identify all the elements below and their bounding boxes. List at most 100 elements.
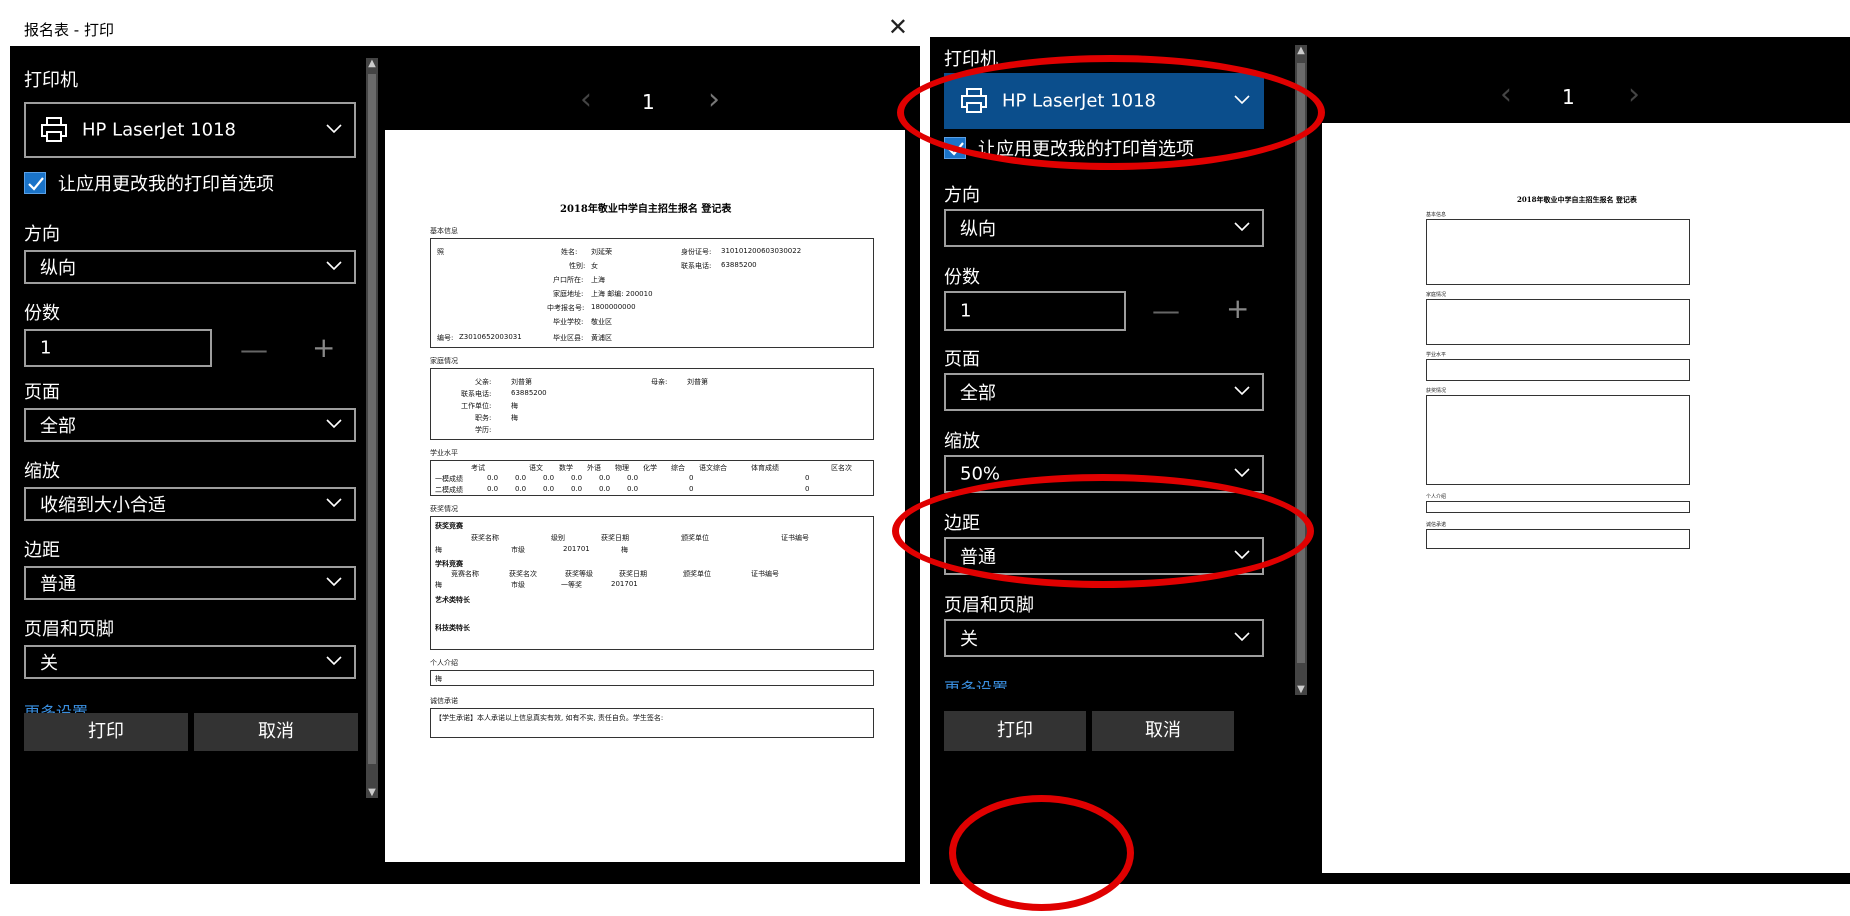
settings-scrollbar[interactable]: ▲ ▼ xyxy=(366,58,378,798)
margins-label: 边距 xyxy=(24,540,60,561)
award-header: 级别 xyxy=(551,534,565,542)
section-family: 家庭情况 xyxy=(430,357,458,365)
score-cell: 0.0 xyxy=(487,485,499,493)
document-title: 2018年敬业中学自主招生报名 登记表 xyxy=(560,204,732,215)
family-work-value: 梅 xyxy=(511,402,518,410)
scale-select[interactable]: 收缩到大小合适 xyxy=(24,487,356,521)
cancel-button[interactable]: 取消 xyxy=(194,713,358,751)
awards-sub: 获奖竞赛 xyxy=(435,522,463,530)
print-button[interactable]: 打印 xyxy=(944,711,1086,751)
scroll-up-icon[interactable]: ▲ xyxy=(1295,45,1307,56)
score-header: 语文综合 xyxy=(699,464,727,472)
page-navigator: ‹ 1 › xyxy=(1490,77,1650,115)
section-basic: 基本信息 xyxy=(430,227,458,235)
intro-box: 梅 xyxy=(430,670,874,686)
score-row-label: 二模成绩 xyxy=(435,486,463,494)
photo-label: 照 xyxy=(437,248,444,256)
orientation-select[interactable]: 纵向 xyxy=(24,250,356,284)
award-header: 证书编号 xyxy=(751,570,779,578)
award-header: 颁奖单位 xyxy=(683,570,711,578)
printer-select[interactable]: HP LaserJet 1018 xyxy=(24,102,356,158)
section-intro: 个人介绍 xyxy=(430,659,458,667)
copies-value: 1 xyxy=(960,300,972,322)
decrement-button[interactable]: — xyxy=(1152,297,1180,325)
mother-label: 母亲: xyxy=(651,378,668,386)
section-scores: 学业水平 xyxy=(430,449,458,457)
award-cell: 201701 xyxy=(563,545,590,553)
settings-scrollbar[interactable]: ▲ ▼ xyxy=(1295,45,1307,695)
scroll-thumb[interactable] xyxy=(368,74,376,764)
orientation-value: 纵向 xyxy=(960,219,996,240)
award-header: 颁奖单位 xyxy=(681,534,709,542)
more-settings-link[interactable]: 更多设置 xyxy=(24,699,88,713)
next-page-icon[interactable]: › xyxy=(1628,77,1640,112)
score-cell: 0.0 xyxy=(571,485,583,493)
scores-table xyxy=(1426,359,1690,381)
copies-label: 份数 xyxy=(24,303,60,324)
award-cell: 梅 xyxy=(435,546,442,554)
award-header: 获奖等级 xyxy=(565,570,593,578)
copies-input[interactable]: 1 xyxy=(944,291,1126,331)
hukou-value: 上海 xyxy=(591,276,605,284)
award-cell: 市级 xyxy=(511,581,525,589)
header-footer-select[interactable]: 关 xyxy=(944,619,1264,657)
increment-button[interactable]: + xyxy=(1226,295,1249,323)
header-footer-select[interactable]: 关 xyxy=(24,645,356,679)
margins-select[interactable]: 普通 xyxy=(24,566,356,600)
score-cell: 0.0 xyxy=(571,474,583,482)
scroll-down-icon[interactable]: ▼ xyxy=(366,787,378,798)
score-cell: 0.0 xyxy=(487,474,499,482)
previous-page-icon[interactable]: ‹ xyxy=(580,82,592,117)
allow-prefs-checkbox[interactable]: 让应用更改我的打印首选项 xyxy=(24,170,354,196)
annotation-circle-printer xyxy=(897,55,1325,170)
orientation-label: 方向 xyxy=(944,185,980,206)
family-phone-label: 联系电话: xyxy=(461,390,492,398)
chevron-down-icon xyxy=(324,255,344,275)
pages-select[interactable]: 全部 xyxy=(944,373,1264,411)
score-cell: 0.0 xyxy=(543,474,555,482)
scores-table: 考试 语文 数学 外语 物理 化学 综合 语文综合 体育成绩 区名次 一模成绩 … xyxy=(430,460,874,496)
awards-sub: 学科竞赛 xyxy=(435,560,463,568)
gender-value: 女 xyxy=(591,262,598,270)
page-number: 1 xyxy=(1562,85,1575,109)
document-title: 2018年敬业中学自主招生报名 登记表 xyxy=(1517,195,1637,204)
chevron-down-icon xyxy=(324,571,344,591)
more-settings-link[interactable]: 更多设置 xyxy=(944,675,1008,689)
orientation-select[interactable]: 纵向 xyxy=(944,209,1264,247)
score-cell: 0 xyxy=(689,485,694,493)
scale-label: 缩放 xyxy=(24,461,60,482)
pages-label: 页面 xyxy=(24,382,60,403)
previous-page-icon[interactable]: ‹ xyxy=(1500,77,1512,112)
decrement-button[interactable]: — xyxy=(240,336,268,364)
window-title: 报名表 - 打印 xyxy=(24,21,114,39)
pages-select[interactable]: 全部 xyxy=(24,408,356,442)
section-awards: 获奖情况 xyxy=(1426,388,1447,394)
pledge-box xyxy=(1426,529,1690,549)
checkmark-icon xyxy=(24,172,46,194)
section-family: 家庭情况 xyxy=(1426,292,1447,298)
pledge-text: 【学生承诺】本人承诺以上信息真实有效, 如有不实, 责任自负。学生签名: xyxy=(435,714,664,722)
chevron-down-icon xyxy=(1232,626,1252,646)
chevron-down-icon xyxy=(1232,462,1252,482)
scroll-down-icon[interactable]: ▼ xyxy=(1295,684,1307,695)
scroll-up-icon[interactable]: ▲ xyxy=(366,58,378,69)
increment-button[interactable]: + xyxy=(312,334,335,362)
family-work-label: 工作单位: xyxy=(461,402,492,410)
cancel-button[interactable]: 取消 xyxy=(1092,711,1234,751)
chevron-down-icon xyxy=(324,413,344,433)
address-value: 上海 邮编: 200010 xyxy=(591,290,653,298)
family-duty-value: 梅 xyxy=(511,414,518,422)
scroll-thumb[interactable] xyxy=(1297,63,1305,663)
chevron-down-icon xyxy=(1232,380,1252,400)
section-pledge: 诚信承诺 xyxy=(1426,522,1447,528)
print-button[interactable]: 打印 xyxy=(24,713,188,751)
close-icon[interactable]: ✕ xyxy=(888,13,908,41)
copies-input[interactable]: 1 xyxy=(24,329,212,367)
mother-value: 刘普第 xyxy=(687,378,708,386)
awards-sub: 科技类特长 xyxy=(435,624,470,632)
next-page-icon[interactable]: › xyxy=(708,82,720,117)
print-preview-page: 2018年敬业中学自主招生报名 登记表 基本信息 家庭情况 学业水平 获奖情况 … xyxy=(1322,123,1850,873)
page-navigator: ‹ 1 › xyxy=(570,82,730,120)
chevron-down-icon xyxy=(324,118,344,138)
scale-value: 收缩到大小合适 xyxy=(40,495,166,516)
